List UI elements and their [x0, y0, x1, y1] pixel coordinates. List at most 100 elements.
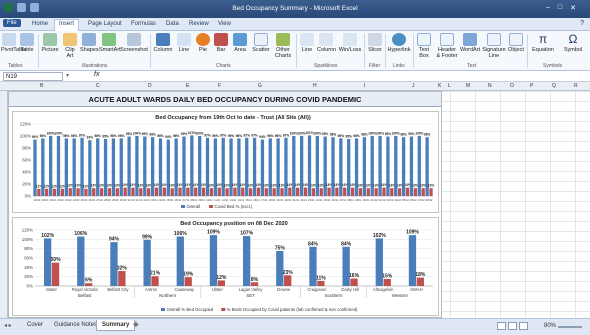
daily-occupancy-chart[interactable]: Bed Occupancy from 19th Oct to date - Tr…: [12, 111, 439, 213]
wordart-button[interactable]: WordArt: [460, 33, 480, 53]
clip-art-button[interactable]: Clip Art: [62, 33, 78, 59]
fx-icon[interactable]: fx: [94, 71, 99, 78]
zoom-slider[interactable]: [558, 326, 582, 328]
dropdown-arrow-icon[interactable]: ▾: [66, 72, 69, 79]
table-button[interactable]: Table: [19, 33, 35, 53]
column-header[interactable]: E: [186, 83, 189, 89]
text-box-button[interactable]: Text Box: [416, 33, 432, 59]
tab-file[interactable]: File: [3, 19, 21, 27]
screenshot-button[interactable]: Screenshot: [120, 33, 148, 53]
x-tick-label: 03/11: [151, 198, 158, 202]
data-label: 102%: [373, 233, 386, 239]
site-occupancy-chart[interactable]: Bed Occupancy position on 08 Dec 2020 0% 2…: [12, 217, 439, 316]
sheet-nav-arrows-icon[interactable]: ◂ ▸: [4, 322, 12, 329]
column-header[interactable]: K: [438, 83, 441, 89]
pivottable-button[interactable]: PivotTable: [1, 33, 26, 53]
column-chart-button[interactable]: Column: [153, 33, 173, 53]
column-header[interactable]: F: [218, 83, 221, 89]
tab-view[interactable]: View: [214, 20, 235, 28]
group-links: Links: [393, 63, 405, 69]
x-tick-label: 01/11: [136, 198, 143, 202]
close-icon[interactable]: ✕: [570, 4, 576, 12]
equation-button[interactable]: π Equation: [529, 33, 557, 54]
column-header[interactable]: P: [530, 83, 533, 89]
object-button[interactable]: Object: [508, 33, 524, 53]
column-header[interactable]: I: [364, 83, 365, 89]
slicer-button[interactable]: Slicer: [367, 33, 383, 53]
column-header[interactable]: H: [313, 83, 317, 89]
column-header[interactable]: J: [412, 83, 415, 89]
x-tick-label: Daisy Hill: [341, 287, 359, 292]
column-header[interactable]: M: [466, 83, 470, 89]
bar-covid: [233, 187, 237, 196]
x-tick-label: 25/10: [81, 198, 88, 202]
x-tick-label: 15/11: [245, 198, 252, 202]
tab-insert[interactable]: Insert: [54, 19, 80, 31]
tab-page-layout[interactable]: Page Layout: [84, 20, 126, 28]
chart-title: Bed Occupancy position on 08 Dec 2020: [180, 221, 288, 227]
formula-input[interactable]: [106, 72, 588, 81]
header-footer-button[interactable]: Header & Footer: [436, 33, 458, 59]
bar-overall: [237, 138, 241, 196]
y-tick-label: 0%: [25, 194, 31, 199]
pie-chart-button[interactable]: Pie: [196, 33, 210, 53]
data-label: 95%: [346, 135, 353, 139]
bar-covid: [45, 188, 49, 196]
smartart-button[interactable]: SmartArt: [99, 33, 121, 53]
column-header[interactable]: B: [40, 83, 43, 89]
y-tick-label: 60%: [24, 256, 33, 261]
legend-swatch: [209, 205, 214, 208]
sparkline-column-button[interactable]: Column: [317, 33, 336, 53]
line-chart-button[interactable]: Line: [176, 33, 192, 53]
symbol-button[interactable]: Ω Symbol: [560, 33, 586, 54]
page-layout-view-icon[interactable]: [508, 322, 517, 330]
column-header[interactable]: O: [510, 83, 514, 89]
page-break-view-icon[interactable]: [519, 322, 528, 330]
sheet-tab-guidance-notes[interactable]: Guidance Notes: [49, 320, 102, 330]
sheet-tab-cover[interactable]: Cover: [22, 320, 48, 330]
tab-home[interactable]: Home: [28, 20, 52, 28]
column-header[interactable]: G: [258, 83, 262, 89]
bar-overall: [331, 137, 335, 196]
data-label: 96%: [267, 134, 274, 138]
y-tick-label: 0%: [27, 284, 33, 289]
insert-sheet-icon[interactable]: ✚: [133, 321, 139, 329]
name-box[interactable]: N19: [3, 72, 63, 81]
tab-review[interactable]: Review: [185, 20, 213, 28]
x-tick-label: 23/10: [65, 198, 72, 202]
column-header[interactable]: R: [574, 83, 578, 89]
tab-data[interactable]: Data: [162, 20, 183, 28]
shapes-button[interactable]: Shapes: [80, 33, 99, 53]
hyperlink-button[interactable]: Hyperlink: [387, 33, 411, 53]
normal-view-icon[interactable]: [497, 322, 506, 330]
tab-formulas[interactable]: Formulas: [127, 20, 160, 28]
column-header[interactable]: D: [148, 83, 152, 89]
data-label: 109%: [207, 230, 220, 236]
y-tick-label: 60%: [22, 158, 31, 163]
scatter-chart-button[interactable]: Scatter: [251, 33, 271, 53]
data-label: 94%: [165, 135, 172, 139]
bar-covid: [405, 187, 410, 196]
bar-covid: [52, 188, 57, 196]
sheet-tab-summary[interactable]: Summary: [96, 320, 136, 331]
data-label: 96%: [95, 134, 102, 138]
bar-overall: [119, 138, 123, 196]
bar-chart-button[interactable]: Bar: [214, 33, 228, 53]
signature-line-button[interactable]: Signature Line: [482, 33, 506, 59]
maximize-icon[interactable]: □: [558, 4, 562, 12]
column-header[interactable]: C: [96, 83, 100, 89]
picture-button[interactable]: Picture: [41, 33, 59, 53]
column-header[interactable]: L: [448, 83, 451, 89]
other-charts-button[interactable]: Other Charts: [273, 33, 293, 59]
x-tick-label: 02/11: [143, 198, 150, 202]
minimize-icon[interactable]: –: [546, 4, 550, 12]
column-header[interactable]: N: [488, 83, 492, 89]
x-tick-label: 29/10: [112, 198, 119, 202]
column-header[interactable]: Q: [552, 83, 556, 89]
help-icon[interactable]: ?: [580, 20, 584, 27]
sparkline-line-button[interactable]: Line: [299, 33, 315, 53]
data-label: 99%: [142, 234, 153, 240]
area-chart-button[interactable]: Area: [232, 33, 248, 53]
bar-covid: [296, 187, 300, 196]
sparkline-winloss-button[interactable]: Win/Loss: [338, 33, 362, 53]
